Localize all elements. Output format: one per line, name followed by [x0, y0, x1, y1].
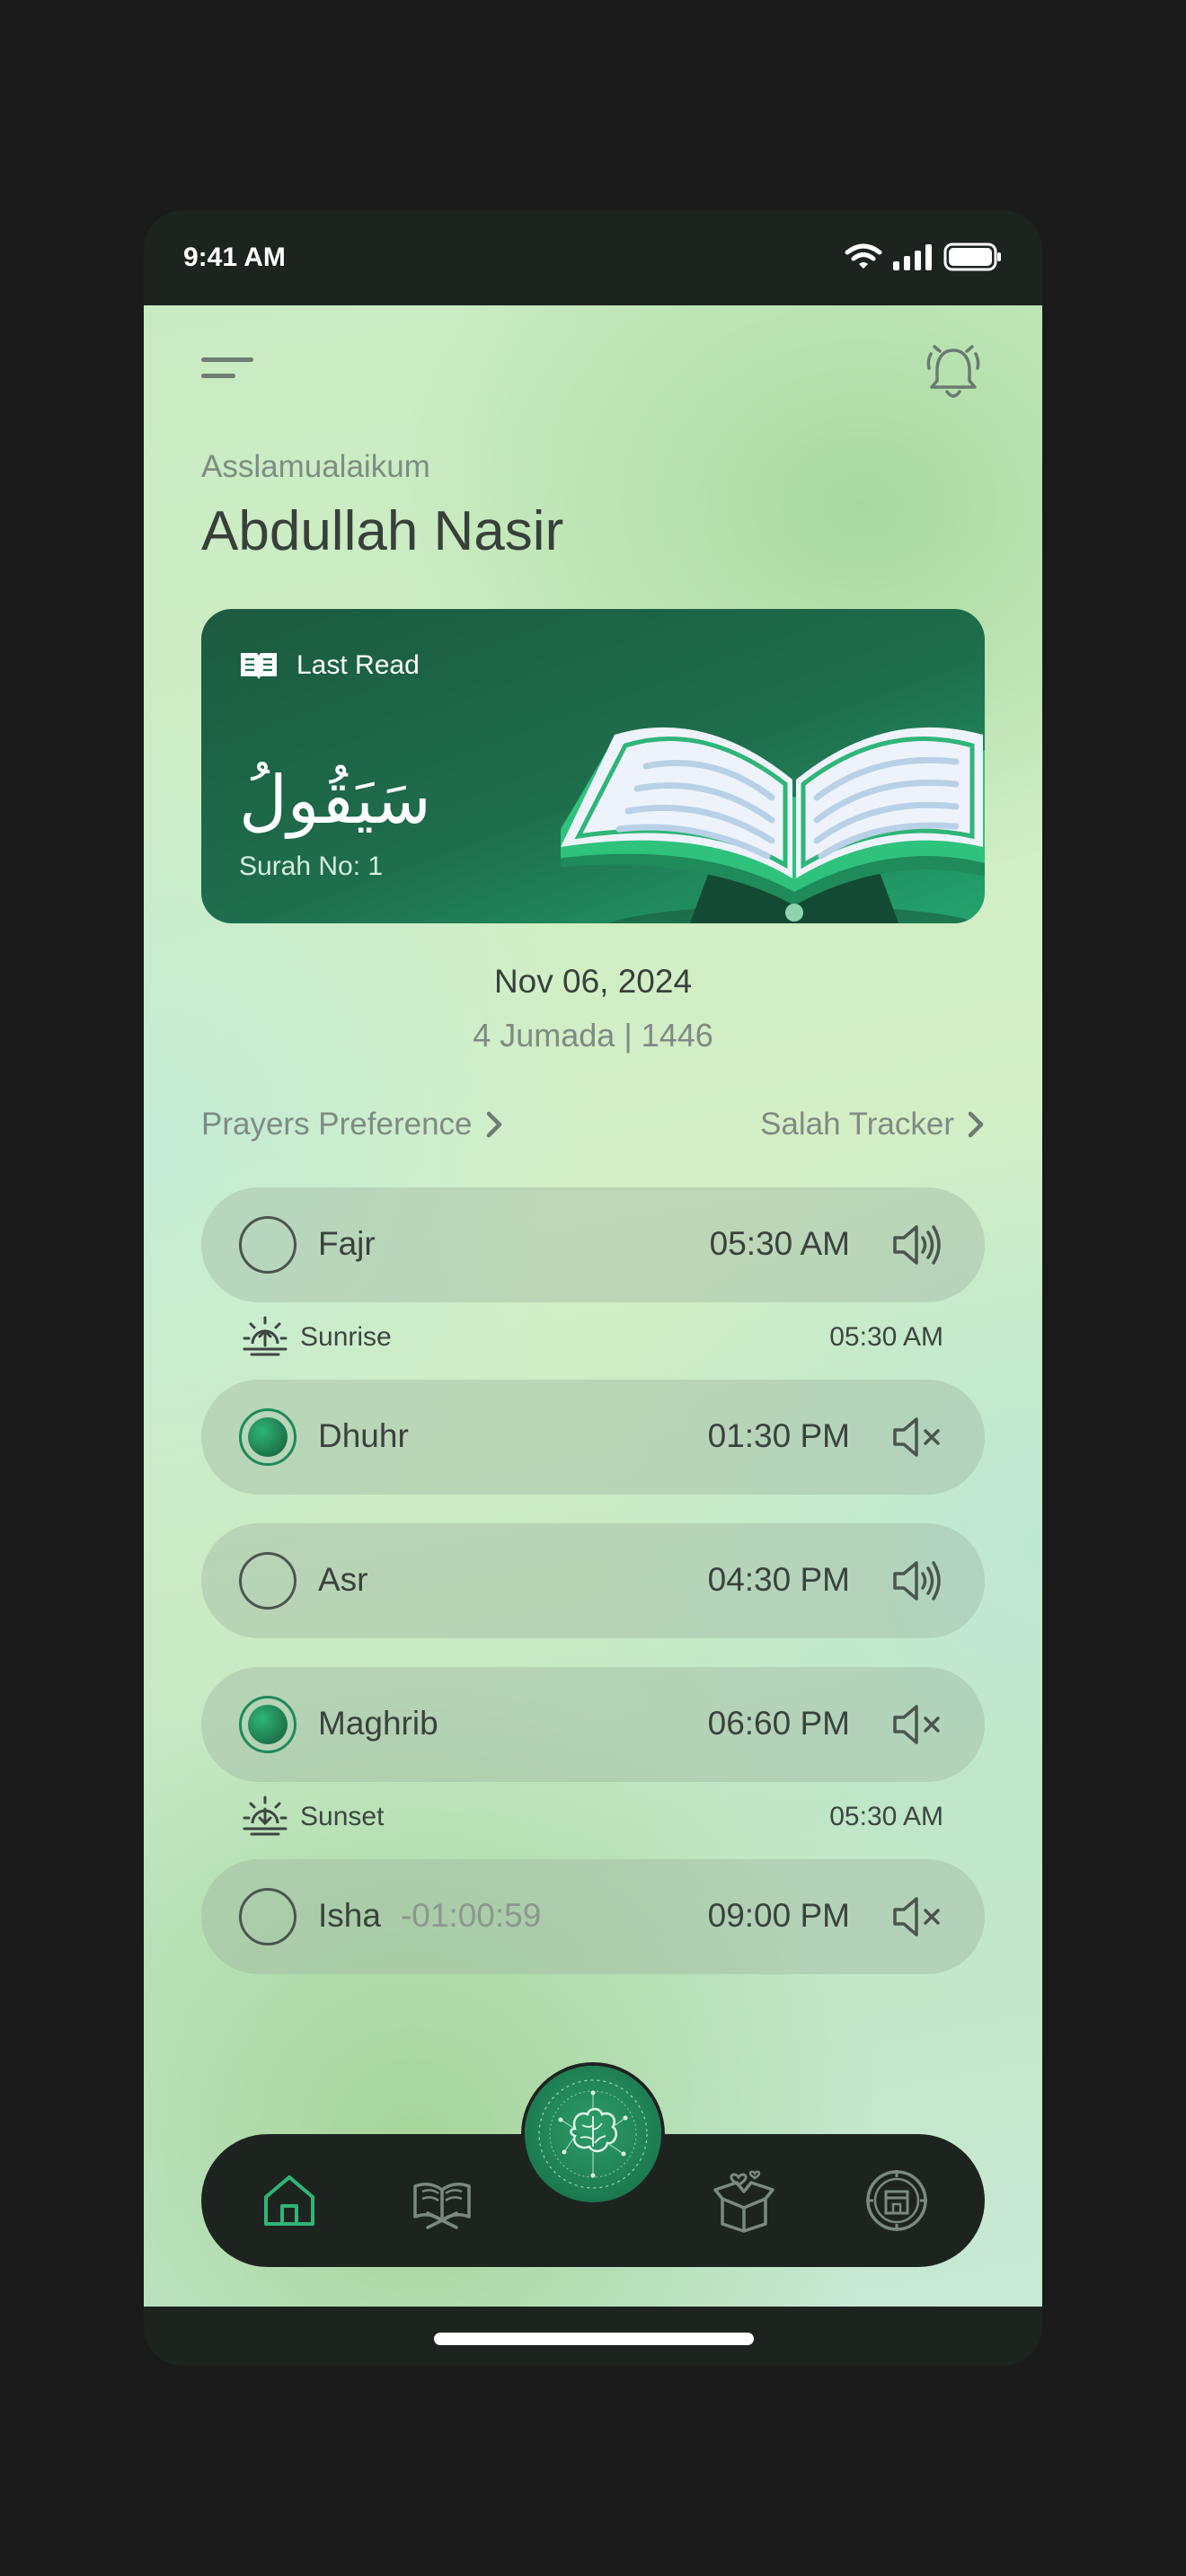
prayer-time: 09:00 PM — [707, 1897, 850, 1934]
battery-icon — [943, 243, 1001, 271]
prayer-row-isha[interactable]: Isha -01:00:59 09:00 PM — [201, 1859, 985, 1974]
prayer-row-asr[interactable]: Asr 04:30 PM — [201, 1523, 985, 1638]
ai-brain-icon — [538, 2079, 648, 2189]
home-screen: Asslamualaikum Abdullah Nasir Last Read … — [144, 305, 1042, 2307]
prayer-time: 01:30 PM — [707, 1417, 850, 1454]
prayer-row-dhuhr[interactable]: Dhuhr 01:30 PM — [201, 1380, 985, 1495]
quran-book-icon[interactable] — [410, 2168, 474, 2233]
prayer-check-radio[interactable] — [239, 1696, 296, 1753]
prayer-name: Maghrib — [318, 1705, 438, 1742]
prayer-name: Asr — [318, 1561, 368, 1598]
hijri-date: 4 Jumada | 1446 — [473, 1017, 713, 1054]
prayer-check-radio[interactable] — [239, 1552, 296, 1610]
speaker-muted-icon[interactable] — [890, 1698, 943, 1751]
status-bar: 9:41 AM — [144, 210, 1042, 305]
kaaba-compass-icon[interactable] — [864, 2168, 929, 2233]
sunrise-label: Sunrise — [300, 1322, 392, 1352]
prayer-row-maghrib[interactable]: Maghrib 06:60 PM — [201, 1667, 985, 1782]
prayers-preference-link[interactable]: Prayers Preference — [201, 1107, 503, 1142]
prayer-name: Fajr — [318, 1225, 376, 1262]
speaker-on-icon[interactable] — [890, 1218, 943, 1272]
sunset-time: 05:30 AM — [829, 1802, 943, 1831]
sunrise-time: 05:30 AM — [829, 1322, 943, 1352]
signal-icon — [893, 244, 932, 270]
sunset-row: Sunset 05:30 AM — [243, 1795, 943, 1839]
prayer-check-radio[interactable] — [239, 1216, 296, 1274]
chevron-right-icon — [486, 1111, 501, 1138]
quran-illustration — [561, 727, 985, 923]
phone-frame: 9:41 AM Asslamualaikum Abdullah Nasir La… — [144, 210, 1042, 2366]
prayer-check-radio[interactable] — [239, 1408, 296, 1466]
prayer-time: 05:30 AM — [709, 1225, 850, 1262]
alarm-bell-icon[interactable] — [924, 341, 983, 404]
salah-tracker-label: Salah Tracker — [760, 1107, 954, 1142]
speaker-on-icon[interactable] — [890, 1554, 943, 1608]
prayer-name: Dhuhr — [318, 1417, 409, 1454]
prayer-time: 06:60 PM — [707, 1705, 850, 1742]
last-read-arabic-title: سَيَقُولُ — [239, 762, 431, 839]
prayer-check-radio[interactable] — [239, 1888, 296, 1945]
sunrise-icon — [243, 1316, 288, 1356]
wifi-icon — [845, 243, 882, 269]
chevron-right-icon — [968, 1111, 984, 1138]
greeting-text: Asslamualaikum — [201, 449, 430, 484]
speaker-muted-icon[interactable] — [890, 1890, 943, 1944]
last-read-card[interactable]: Last Read سَيَقُولُ Surah No: 1 — [201, 609, 985, 923]
last-read-label: Last Read — [296, 650, 420, 680]
prayer-row-fajr[interactable]: Fajr 05:30 AM — [201, 1187, 985, 1302]
home-icon[interactable] — [257, 2168, 322, 2233]
home-indicator[interactable] — [434, 2333, 754, 2345]
prayer-countdown: -01:00:59 — [400, 1897, 542, 1934]
prayers-preference-label: Prayers Preference — [201, 1107, 473, 1142]
sunset-label: Sunset — [300, 1802, 385, 1831]
salah-tracker-link[interactable]: Salah Tracker — [760, 1107, 985, 1142]
gift-box-icon[interactable] — [712, 2168, 776, 2233]
user-name: Abdullah Nasir — [201, 500, 564, 562]
status-time: 9:41 AM — [183, 243, 286, 272]
prayer-name: Isha -01:00:59 — [318, 1897, 542, 1934]
sunrise-row: Sunrise 05:30 AM — [243, 1315, 943, 1360]
prayer-time: 04:30 PM — [707, 1561, 850, 1598]
open-book-icon — [241, 653, 277, 679]
gregorian-date: Nov 06, 2024 — [493, 963, 693, 1000]
ai-assistant-button[interactable] — [525, 2066, 661, 2202]
last-read-surah-number: Surah No: 1 — [239, 851, 384, 881]
speaker-muted-icon[interactable] — [890, 1410, 943, 1464]
sunset-icon — [243, 1795, 288, 1836]
menu-icon[interactable] — [201, 352, 255, 388]
